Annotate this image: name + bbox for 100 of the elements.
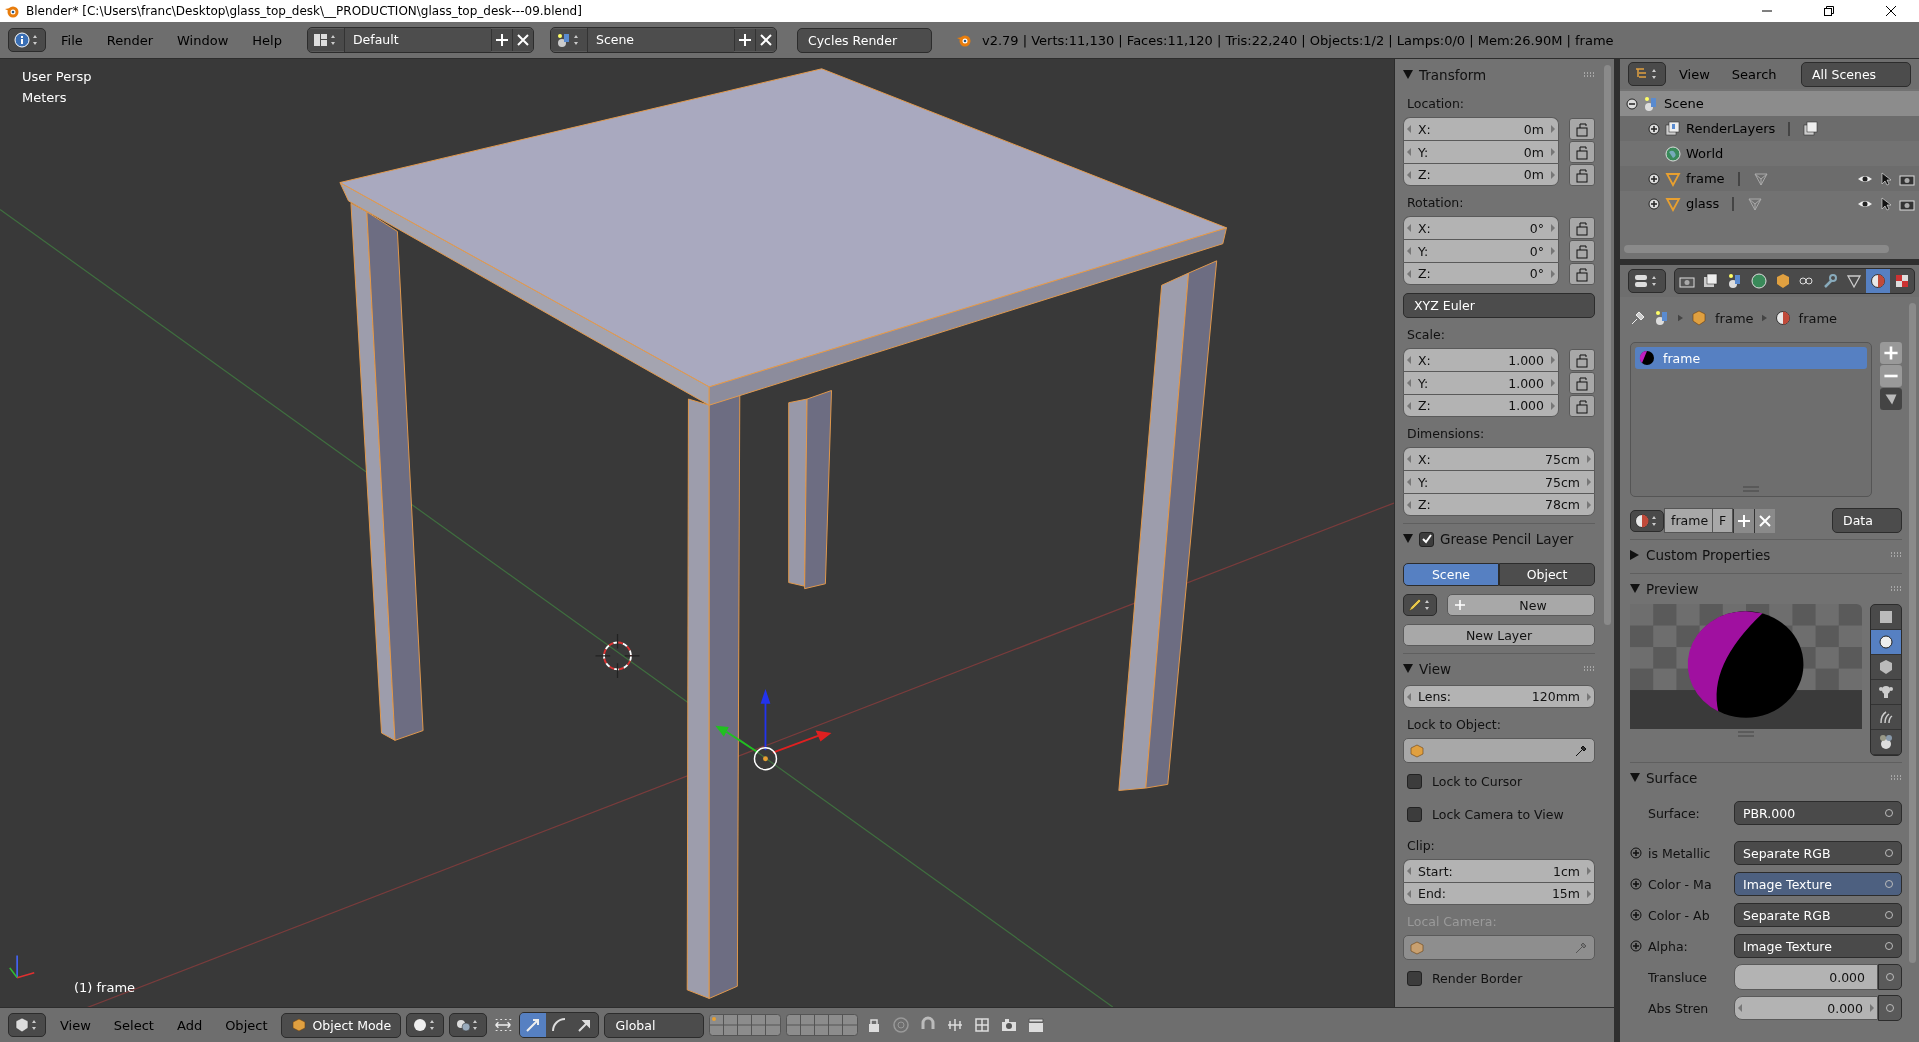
panel-title[interactable]: Custom Properties (1646, 547, 1884, 563)
number-field[interactable]: X: 0° (1403, 216, 1559, 239)
panel-title[interactable]: Preview (1646, 581, 1884, 597)
tab[interactable]: Object (1499, 563, 1595, 586)
panel-title[interactable]: Surface (1646, 770, 1884, 786)
socket-button[interactable] (1878, 964, 1902, 990)
number-field[interactable]: Start: 1cm (1403, 859, 1595, 882)
tab[interactable]: Scene (1403, 563, 1499, 586)
mode-dropdown[interactable]: Object Mode (281, 1012, 402, 1038)
viewport-shading-button[interactable] (406, 1013, 445, 1037)
number-field[interactable]: Z: 0° (1403, 262, 1559, 285)
input-node-dropdown[interactable]: Image Texture (1734, 934, 1902, 958)
add-icon[interactable] (733, 29, 755, 51)
sphere-preview-button[interactable] (1871, 630, 1901, 655)
link-dropdown[interactable]: Data (1832, 508, 1902, 533)
display-mode-dropdown[interactable]: All Scenes (1801, 61, 1911, 87)
outliner-row[interactable]: RenderLayers (1620, 116, 1919, 141)
pivot-point-button[interactable] (449, 1013, 488, 1037)
number-field[interactable]: Y: 1.000 (1403, 371, 1559, 394)
drag-grip-icon[interactable] (1890, 552, 1902, 558)
expand-icon[interactable] (1648, 197, 1660, 210)
cursor-arrow-icon[interactable] (1878, 170, 1894, 187)
number-field[interactable]: End: 15m (1403, 882, 1595, 905)
close-icon[interactable] (511, 29, 533, 51)
collapse-triangle-icon[interactable] (1630, 773, 1640, 783)
pin-icon[interactable] (1630, 310, 1646, 326)
drag-grip-icon[interactable] (1583, 666, 1595, 672)
checkbox[interactable] (1407, 807, 1422, 822)
menu-item[interactable]: Search (1722, 66, 1786, 82)
editor-type-button[interactable] (1628, 62, 1666, 86)
outliner-row[interactable]: frame (1620, 166, 1919, 191)
number-field[interactable]: Y: 75cm (1403, 470, 1595, 493)
lock-icon[interactable] (1569, 394, 1595, 417)
pencil-mode-button[interactable] (1403, 594, 1437, 616)
input-node-dropdown[interactable]: Image Texture (1734, 872, 1902, 896)
remove-icon[interactable] (1880, 365, 1902, 387)
new-layer-button[interactable]: New Layer (1403, 624, 1595, 646)
editor-type-button[interactable] (8, 28, 46, 52)
panel-title[interactable]: View (1419, 661, 1577, 677)
lock-icon[interactable] (1569, 117, 1595, 140)
3d-viewport[interactable]: User Persp Meters (1) frame (0, 59, 1394, 1007)
number-field[interactable]: Z: 78cm (1403, 493, 1595, 516)
number-field[interactable]: X: 1.000 (1403, 348, 1559, 371)
panel-title[interactable]: Grease Pencil Layer (1440, 531, 1595, 547)
translate-manipulator-button[interactable] (520, 1013, 547, 1037)
3d-cursor-icon[interactable] (594, 633, 641, 679)
menu-item[interactable]: Add (167, 1017, 212, 1033)
number-field[interactable]: Z: 1.000 (1403, 394, 1559, 417)
number-field[interactable]: X: 0m (1403, 117, 1559, 140)
render-engine-dropdown[interactable]: Cycles Render (796, 27, 932, 53)
render-layer-icon[interactable] (1803, 120, 1820, 137)
number-field[interactable]: Y: 0° (1403, 239, 1559, 262)
input-node-dropdown[interactable]: Separate RGB (1734, 903, 1902, 927)
scrollbar[interactable] (1624, 245, 1889, 253)
input-node-dropdown[interactable]: Separate RGB (1734, 841, 1902, 865)
checkbox[interactable] (1407, 971, 1422, 986)
local-camera-field[interactable] (1403, 935, 1595, 960)
editor-type-button[interactable] (8, 1013, 46, 1037)
menu-item[interactable]: Object (216, 1017, 277, 1033)
scrollbar[interactable] (1909, 303, 1916, 963)
slider[interactable]: 0.000 (1734, 964, 1878, 990)
menu-item[interactable]: View (1670, 66, 1719, 82)
checkbox[interactable] (1407, 774, 1422, 789)
cursor-arrow-icon[interactable] (1878, 195, 1894, 212)
add-icon[interactable] (490, 29, 512, 51)
lock-icon[interactable] (1569, 239, 1595, 262)
expand-icon[interactable] (1648, 122, 1660, 135)
number-field[interactable]: Y: 0m (1403, 140, 1559, 163)
fake-user-button[interactable]: F (1713, 508, 1734, 533)
collapse-triangle-icon[interactable] (1403, 664, 1413, 674)
outliner-row[interactable]: World (1620, 141, 1919, 166)
expand-icon[interactable] (1648, 172, 1660, 185)
material-tab[interactable] (1866, 269, 1891, 293)
drag-grip-icon[interactable] (1890, 586, 1902, 592)
lock-icon[interactable] (1569, 348, 1595, 371)
material-name-field[interactable]: frame (1664, 508, 1714, 533)
rotation-mode-dropdown[interactable]: XYZ Euler (1403, 293, 1595, 318)
collapse-triangle-icon[interactable] (1403, 534, 1413, 544)
panel-title[interactable]: Transform (1419, 67, 1577, 83)
new-button[interactable]: New (1447, 594, 1595, 616)
close-icon[interactable] (1885, 5, 1897, 17)
outliner-row[interactable]: glass (1620, 191, 1919, 216)
lock-icon[interactable] (1569, 262, 1595, 285)
editor-type-button[interactable] (1628, 269, 1666, 293)
orientation-dropdown[interactable]: Global (604, 1012, 705, 1038)
outliner-row[interactable]: Scene (1620, 91, 1919, 116)
restore-icon[interactable] (1823, 5, 1835, 17)
lens-field[interactable]: Lens: 120mm (1403, 685, 1595, 708)
lock-icon[interactable] (1569, 163, 1595, 186)
collapse-triangle-icon[interactable] (1630, 584, 1640, 594)
socket-button[interactable] (1878, 995, 1902, 1021)
collapse-triangle-icon[interactable] (1403, 70, 1413, 80)
surface-node-dropdown[interactable]: PBR.000 (1734, 801, 1902, 825)
lock-object-field[interactable] (1403, 738, 1595, 763)
transform-gizmo[interactable] (715, 688, 832, 771)
material-slot[interactable]: frame (1635, 347, 1867, 369)
scene-field[interactable]: Scene (586, 28, 734, 52)
menu-item[interactable]: View (51, 1017, 100, 1033)
screen-layout-button[interactable] (307, 29, 344, 51)
number-field[interactable]: X: 75cm (1403, 447, 1595, 470)
